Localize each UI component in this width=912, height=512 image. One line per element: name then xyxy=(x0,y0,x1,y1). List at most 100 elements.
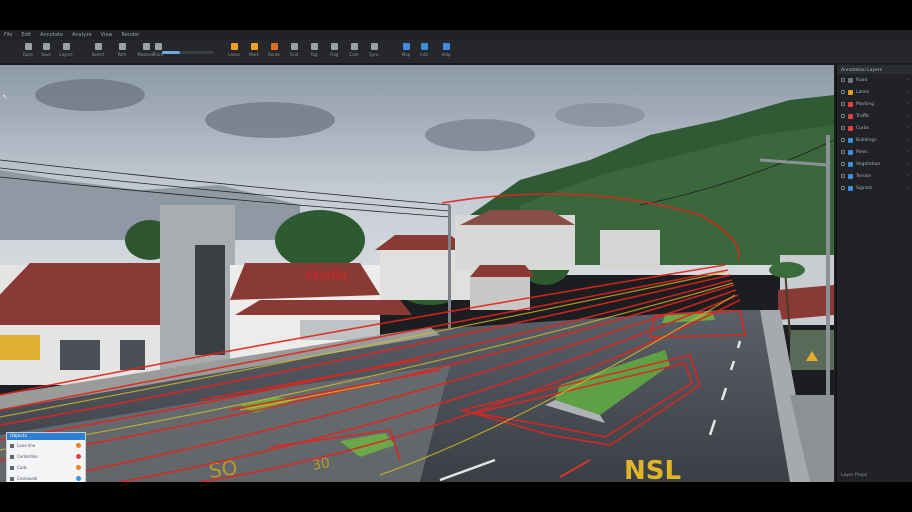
layer-color-swatch xyxy=(848,185,853,191)
menu-view[interactable]: View xyxy=(101,32,113,38)
menu-render[interactable]: Render xyxy=(122,32,140,38)
tool-globe-button[interactable]: Map xyxy=(396,42,416,61)
tool-label: Map xyxy=(401,52,411,57)
visibility-icon[interactable] xyxy=(841,162,845,166)
tool-label: Select xyxy=(91,52,105,57)
tool-lane-button[interactable]: Lanes xyxy=(224,42,244,61)
menu-bar: File Edit Annotate Analyze View Render xyxy=(0,30,912,40)
tool-label: Open xyxy=(22,52,34,57)
object-row[interactable]: Lane line xyxy=(7,440,85,451)
tool-select-button[interactable]: Select xyxy=(88,42,108,61)
tool-camera-button[interactable]: Cam xyxy=(344,42,364,61)
info-icon xyxy=(420,43,428,50)
help-icon xyxy=(442,43,450,50)
tool-flag-button[interactable]: Flag xyxy=(324,42,344,61)
tool-sync-button[interactable]: Sync xyxy=(364,42,384,61)
cursor-icon: ↖ xyxy=(2,93,8,101)
menu-annotate[interactable]: Annotate xyxy=(40,32,63,38)
visibility-icon[interactable] xyxy=(841,78,845,82)
object-name: Centerline xyxy=(17,454,38,459)
chevron-right-icon[interactable]: › xyxy=(907,113,909,119)
layer-color-swatch xyxy=(848,149,853,155)
layer-color-swatch xyxy=(848,137,853,143)
chevron-right-icon[interactable]: › xyxy=(907,173,909,179)
layer-row[interactable]: Lanes › xyxy=(837,86,912,98)
object-name: Curb xyxy=(17,465,27,470)
object-name: Lane line xyxy=(17,443,36,448)
menu-file[interactable]: File xyxy=(4,32,12,38)
chevron-right-icon[interactable]: › xyxy=(907,185,909,191)
zoom-slider[interactable] xyxy=(162,51,214,54)
chevron-right-icon[interactable]: › xyxy=(907,77,909,83)
visibility-icon[interactable] xyxy=(841,186,845,190)
status-dot xyxy=(76,454,81,459)
visibility-icon[interactable] xyxy=(841,126,845,130)
layer-name: Buildings xyxy=(856,137,877,143)
layer-name: Vegetation xyxy=(856,161,881,167)
camera-icon xyxy=(350,43,358,50)
layer-name: Terrain xyxy=(856,173,872,179)
object-icon xyxy=(10,476,14,481)
tool-tag-button[interactable]: Tag xyxy=(304,42,324,61)
path-icon xyxy=(118,43,126,50)
status-dot xyxy=(76,465,81,470)
object-icon xyxy=(10,465,14,470)
tool-label: Grid xyxy=(289,52,299,57)
tool-open-button[interactable]: Open xyxy=(18,42,38,61)
layer-row[interactable]: Traffic › xyxy=(837,110,912,122)
menu-analyze[interactable]: Analyze xyxy=(72,32,92,38)
globe-icon xyxy=(402,43,410,50)
layer-name: Marking xyxy=(856,101,875,107)
tool-path-button[interactable]: Path xyxy=(112,42,132,61)
object-name: Crosswalk xyxy=(17,476,38,481)
layer-row[interactable]: Buildings › xyxy=(837,134,912,146)
tool-marker-button[interactable]: Mark xyxy=(244,42,264,61)
layer-row[interactable]: Signals › xyxy=(837,182,912,194)
tool-help-button[interactable]: Help xyxy=(436,42,456,61)
layer-name: Signals xyxy=(856,185,873,191)
tool-info-button[interactable]: Info xyxy=(414,42,434,61)
layer-color-swatch xyxy=(848,77,853,83)
layer-row[interactable]: Curbs › xyxy=(837,122,912,134)
layers-panel-title: Annotation Layers xyxy=(837,65,912,74)
chevron-right-icon[interactable]: › xyxy=(907,101,909,107)
layer-name: Traffic xyxy=(856,113,870,119)
layer-row[interactable]: Vegetation › xyxy=(837,158,912,170)
chevron-right-icon[interactable]: › xyxy=(907,89,909,95)
objects-panel-title: Objects xyxy=(7,433,85,440)
tool-cut-button[interactable]: Layers xyxy=(56,42,76,61)
tool-label: Flag xyxy=(329,52,339,57)
menu-edit[interactable]: Edit xyxy=(21,32,31,38)
object-row[interactable]: Centerline xyxy=(7,451,85,462)
chevron-right-icon[interactable]: › xyxy=(907,125,909,131)
tool-label: Route xyxy=(268,52,280,57)
tool-route-button[interactable]: Route xyxy=(264,42,284,61)
layer-row[interactable]: Terrain › xyxy=(837,170,912,182)
object-row[interactable]: Curb xyxy=(7,462,85,473)
status-dot xyxy=(76,443,81,448)
visibility-icon[interactable] xyxy=(841,90,845,94)
layer-row[interactable]: Road › xyxy=(837,74,912,86)
chevron-right-icon[interactable]: › xyxy=(907,161,909,167)
tool-pen-button[interactable]: Trace xyxy=(148,42,168,61)
image-viewport[interactable]: Stadia SO 30 NSL xyxy=(0,65,834,482)
visibility-icon[interactable] xyxy=(841,150,845,154)
visibility-icon[interactable] xyxy=(841,138,845,142)
road-marking-text: NSL xyxy=(624,456,681,482)
visibility-icon[interactable] xyxy=(841,114,845,118)
visibility-icon[interactable] xyxy=(841,174,845,178)
tool-grid-button[interactable]: Grid xyxy=(284,42,304,61)
open-icon xyxy=(24,43,32,50)
tag-icon xyxy=(310,43,318,50)
visibility-icon[interactable] xyxy=(841,102,845,106)
tool-label: Save xyxy=(41,52,51,57)
chevron-right-icon[interactable]: › xyxy=(907,137,909,143)
tool-save-button[interactable]: Save xyxy=(36,42,56,61)
layer-props-label[interactable]: Layer Props xyxy=(841,473,867,478)
layer-row[interactable]: Poles › xyxy=(837,146,912,158)
layer-name: Lanes xyxy=(856,89,870,95)
layer-row[interactable]: Marking › xyxy=(837,98,912,110)
chevron-right-icon[interactable]: › xyxy=(907,149,909,155)
object-icon xyxy=(10,454,14,459)
layer-color-swatch xyxy=(848,89,853,95)
